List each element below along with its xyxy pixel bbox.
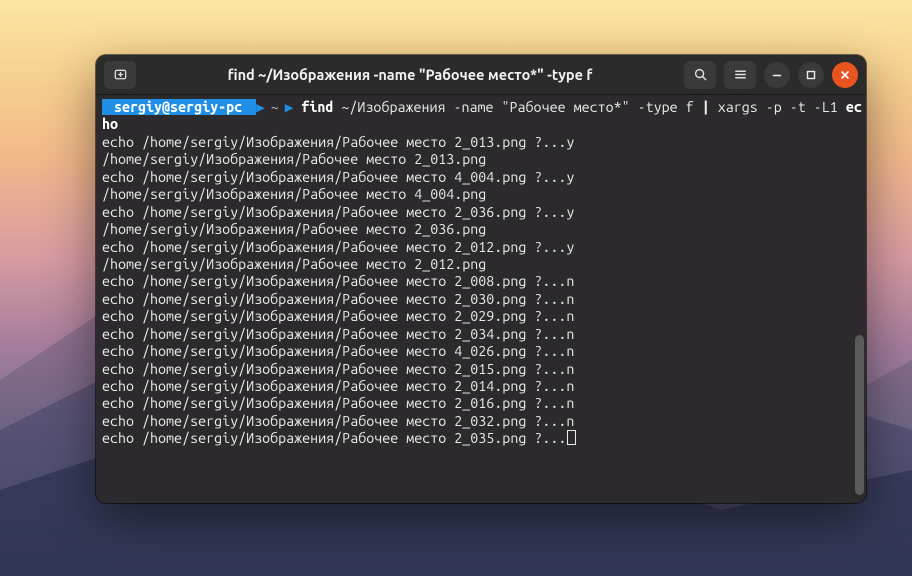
scrollbar-thumb[interactable] (855, 335, 864, 495)
prompt-caret: ▶ (285, 99, 294, 115)
minimize-button[interactable] (764, 62, 790, 88)
desktop-wallpaper: find ~/Изображения -name "Рабочее место*… (0, 0, 912, 576)
search-icon (693, 67, 708, 82)
window-title: find ~/Изображения -name "Рабочее место*… (144, 66, 676, 83)
terminal-output: sergiy@sergiy-pc ▶~▶ find ~/Изображения … (102, 99, 866, 448)
close-button[interactable] (832, 62, 858, 88)
hamburger-icon (733, 67, 748, 82)
close-icon (839, 69, 851, 81)
hamburger-menu-button[interactable] (724, 61, 756, 89)
window-titlebar[interactable]: find ~/Изображения -name "Рабочее место*… (96, 55, 866, 95)
new-tab-icon (113, 67, 128, 82)
terminal-body[interactable]: sergiy@sergiy-pc ▶~▶ find ~/Изображения … (96, 95, 866, 503)
new-tab-button[interactable] (104, 61, 136, 89)
prompt-arrow: ▶ (256, 99, 265, 115)
search-button[interactable] (684, 61, 716, 89)
terminal-window: find ~/Изображения -name "Рабочее место*… (96, 55, 866, 503)
prompt-path: ~ (265, 99, 285, 115)
maximize-icon (805, 69, 817, 81)
minimize-icon (771, 69, 783, 81)
prompt-user-host: sergiy@sergiy-pc (102, 99, 256, 115)
terminal-cursor (567, 430, 575, 445)
maximize-button[interactable] (798, 62, 824, 88)
